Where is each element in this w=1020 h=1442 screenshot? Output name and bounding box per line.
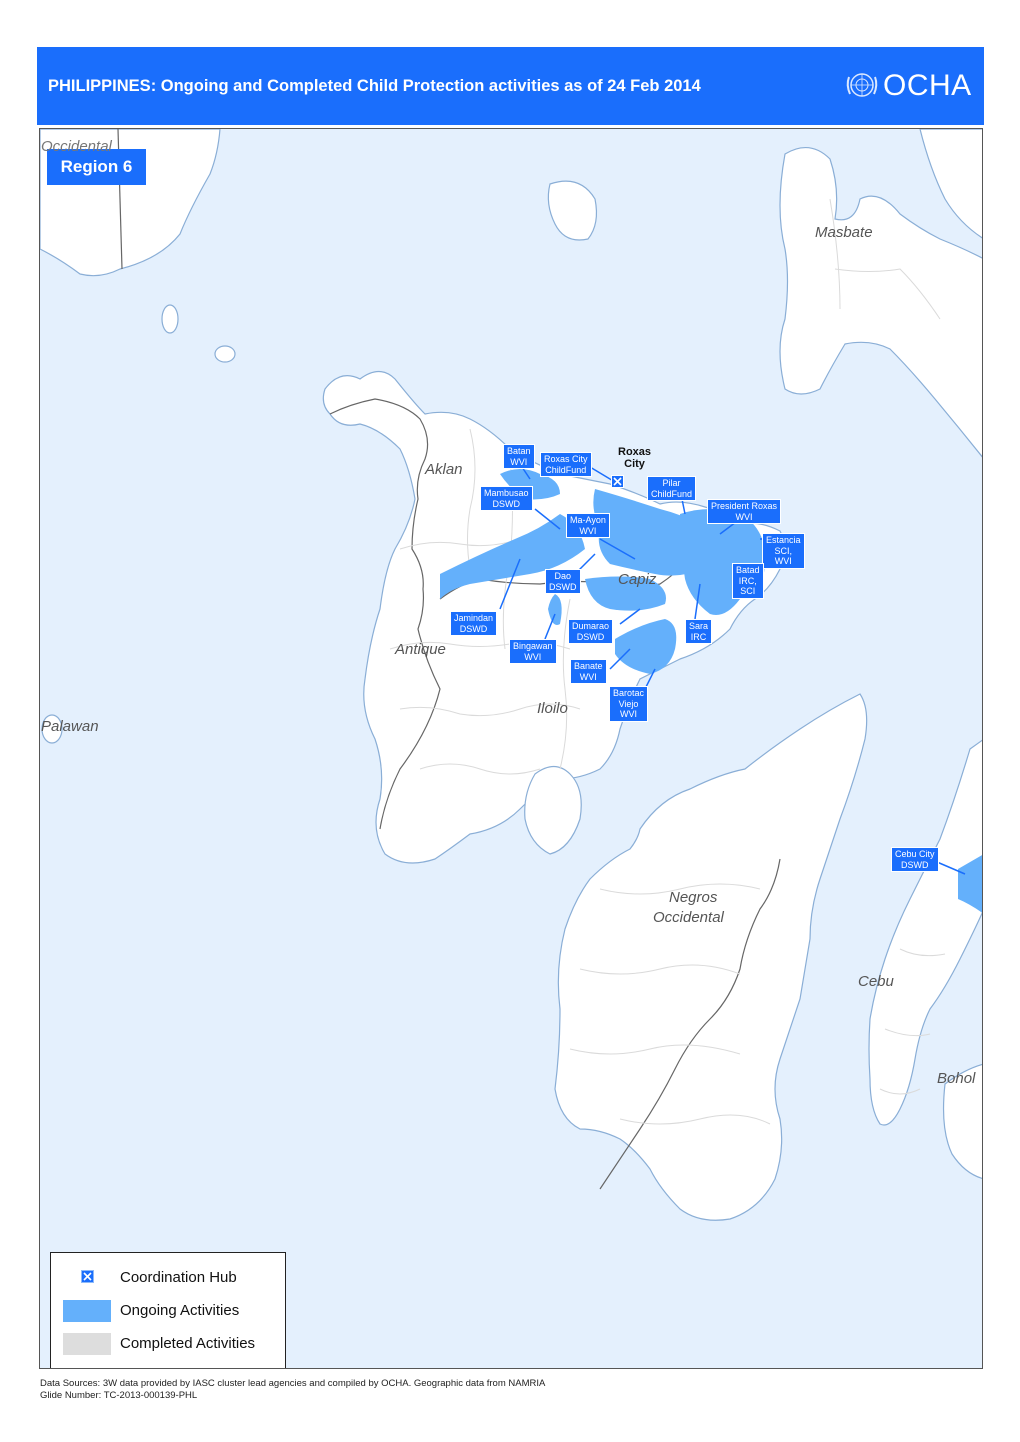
city-label-roxas: Roxas City [618,446,652,470]
province-label-antique: Antique [395,641,446,658]
callout-sara[interactable]: Sara IRC [685,619,713,644]
basemap [40,129,982,1221]
map-canvas[interactable]: Region 6 Occidental Masbate Aklan Capiz … [39,128,983,1369]
ongoing-swatch [63,1300,111,1322]
landmass-negros [554,693,868,1221]
province-label-capiz: Capiz [618,571,657,588]
province-label-occidental-mindoro: Occidental [41,138,112,155]
un-emblem-icon [846,73,878,97]
callout-jamindan[interactable]: Jamindan DSWD [450,611,498,636]
callout-mambusao[interactable]: Mambusao DSWD [480,486,533,511]
callout-bingawan[interactable]: Bingawan WVI [509,639,557,664]
province-label-aklan: Aklan [425,461,463,478]
glide-number: Glide Number: TC-2013-000139-PHL [40,1390,198,1401]
province-label-cebu: Cebu [858,973,894,990]
province-label-negros: Negros [669,889,718,906]
landmass-cebu [868,739,982,1126]
data-sources-note: Data Sources: 3W data provided by IASC c… [40,1378,546,1389]
callout-pilar[interactable]: Pilar ChildFund [647,476,697,501]
map-legend: Coordination Hub Ongoing Activities Comp… [50,1252,286,1368]
legend-item-completed: Completed Activities [51,1331,285,1357]
callout-estancia[interactable]: Estancia SCI, WVI [762,533,805,569]
callout-roxas-city[interactable]: Roxas City ChildFund [540,452,592,477]
callout-ma-ayon[interactable]: Ma-Ayon WVI [566,513,610,538]
island-north [547,180,598,241]
province-label-masbate: Masbate [815,224,873,241]
callout-cebu-city[interactable]: Cebu City DSWD [891,847,939,872]
callout-dumarao[interactable]: Dumarao DSWD [568,619,614,644]
legend-item-ongoing: Ongoing Activities [51,1298,285,1324]
map-footer: Data Sources: 3W data provided by IASC c… [40,1378,545,1402]
province-label-negros-occidental: Occidental [653,909,724,926]
province-label-bohol: Bohol [937,1070,976,1087]
map-header: PHILIPPINES: Ongoing and Completed Child… [37,47,984,125]
map-title: PHILIPPINES: Ongoing and Completed Child… [48,77,701,95]
callout-batad[interactable]: Batad IRC, SCI [732,563,764,599]
coordination-hub-icon[interactable] [611,475,624,488]
province-label-iloilo: Iloilo [537,700,568,717]
callout-barotac-viejo[interactable]: Barotac Viejo WVI [609,686,649,722]
island-ne [919,129,982,239]
callout-batan[interactable]: Batan WVI [503,444,535,469]
callout-banate[interactable]: Banate WVI [570,659,607,684]
legend-item-coordination-hub: Coordination Hub [51,1265,285,1291]
ocha-logo-text: OCHA [883,69,972,102]
landmass-guimaras [524,765,582,855]
province-label-palawan: Palawan [41,718,99,735]
callout-president-roxas[interactable]: President Roxas WVI [707,499,782,524]
coordination-hub-icon [81,1270,94,1283]
completed-swatch [63,1333,111,1355]
callout-dao[interactable]: Dao DSWD [545,569,581,594]
